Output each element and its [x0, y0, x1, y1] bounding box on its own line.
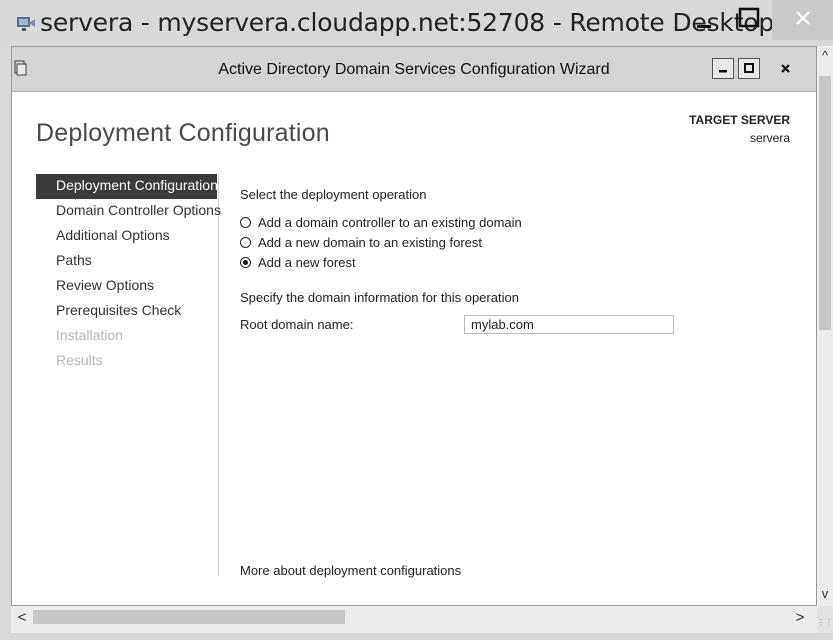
wizard-nav: Deployment Configuration Domain Controll… — [36, 174, 221, 576]
scroll-left-icon[interactable]: < — [13, 608, 31, 628]
domain-info-label: Specify the domain information for this … — [240, 290, 519, 305]
nav-item-installation: Installation — [56, 327, 123, 343]
radio-label: Add a domain controller to an existing d… — [258, 214, 522, 230]
wizard-window: Active Directory Domain Services Configu… — [11, 46, 817, 606]
nav-item-paths[interactable]: Paths — [36, 249, 218, 274]
vertical-scroll-thumb[interactable] — [819, 76, 831, 330]
operation-label: Select the deployment operation — [240, 187, 427, 202]
nav-item-domain-controller-options[interactable]: Domain Controller Options — [36, 199, 221, 224]
close-icon — [781, 64, 790, 73]
rdc-maximize-button[interactable] — [726, 0, 772, 40]
remote-desktop-icon — [17, 17, 35, 31]
wizard-minimize-button[interactable] — [712, 58, 734, 79]
rdc-minimize-button[interactable] — [680, 0, 726, 40]
radio-button-checked[interactable] — [240, 256, 251, 268]
nav-item-results: Results — [56, 352, 103, 368]
target-server-value: servera — [749, 131, 790, 145]
radio-button[interactable] — [240, 236, 251, 248]
minimize-icon — [697, 25, 711, 28]
more-about-link[interactable]: More about deployment configurations — [240, 563, 461, 578]
scroll-up-icon[interactable]: ^ — [817, 46, 833, 66]
scroll-down-icon[interactable]: v — [817, 584, 833, 604]
radio-add-new-forest[interactable]: Add a new forest — [240, 252, 356, 272]
nav-item-review-options[interactable]: Review Options — [36, 274, 218, 299]
horizontal-scroll-thumb[interactable] — [33, 610, 345, 624]
close-icon — [796, 11, 810, 25]
wizard-title: Active Directory Domain Services Configu… — [218, 61, 610, 78]
scroll-right-icon[interactable]: > — [791, 608, 809, 628]
rdc-title-bar: servera - myservera.cloudapp.net:52708 -… — [0, 0, 833, 46]
root-domain-input[interactable] — [464, 315, 674, 334]
radio-button[interactable] — [240, 216, 251, 228]
nav-item-additional-options[interactable]: Additional Options — [36, 224, 218, 249]
radio-label: Add a new domain to an existing forest — [258, 234, 483, 250]
wizard-close-button[interactable] — [764, 58, 808, 79]
wizard-title-bar: Active Directory Domain Services Configu… — [12, 47, 816, 92]
radio-add-domain-existing-forest[interactable]: Add a new domain to an existing forest — [240, 232, 482, 252]
root-domain-label: Root domain name: — [240, 317, 354, 332]
radio-label: Add a new forest — [258, 254, 356, 270]
maximize-icon — [744, 63, 754, 73]
resize-grip-icon[interactable]: ⋮⋮ — [817, 606, 833, 633]
nav-item-deployment-configuration[interactable]: Deployment Configuration — [36, 174, 218, 199]
nav-item-prerequisites-check[interactable]: Prerequisites Check — [36, 299, 218, 324]
minimize-icon — [719, 70, 727, 73]
target-server-label: TARGET SERVER — [689, 113, 790, 127]
radio-add-dc-existing-domain[interactable]: Add a domain controller to an existing d… — [240, 212, 522, 232]
vertical-scrollbar[interactable]: ^ v — [817, 46, 833, 606]
rdc-close-button[interactable] — [772, 0, 833, 40]
wizard-maximize-button[interactable] — [738, 58, 760, 79]
page-title: Deployment Configuration — [36, 119, 330, 147]
maximize-icon — [738, 7, 760, 28]
horizontal-scrollbar[interactable]: < > — [11, 606, 817, 633]
